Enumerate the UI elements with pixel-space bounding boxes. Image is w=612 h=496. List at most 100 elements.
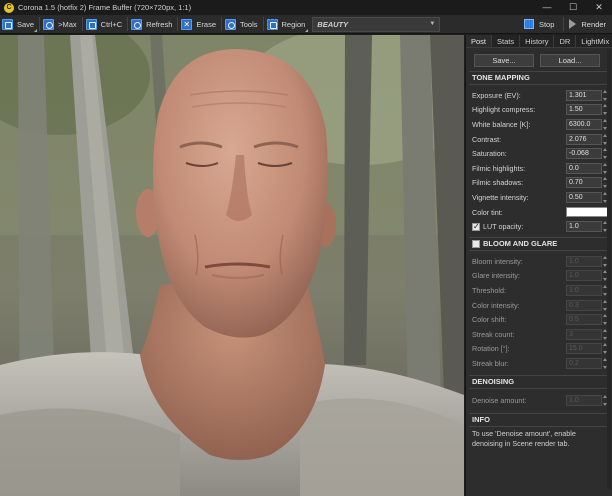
max-icon bbox=[43, 18, 55, 30]
setting-value-field[interactable]: 0.0 bbox=[566, 162, 602, 174]
post-panel: Post Stats History DR LightMix Save... L… bbox=[465, 35, 612, 496]
setting-label: Bloom intensity: bbox=[472, 256, 523, 266]
setting-row: White balance [K]: 6300.0 bbox=[466, 117, 612, 132]
toolbar: Save >Max Ctrl+C Refresh Erase Tools Reg… bbox=[0, 15, 612, 34]
setting-value-field[interactable]: 1.301 bbox=[566, 89, 602, 101]
minimize-button[interactable]: — bbox=[534, 0, 560, 15]
setting-row: Streak blur: 0.2 bbox=[466, 356, 612, 371]
setting-value-field[interactable]: 0.3 bbox=[566, 299, 602, 311]
setting-value-field[interactable]: 6300.0 bbox=[566, 118, 602, 130]
stop-icon bbox=[523, 19, 534, 29]
setting-label: Streak blur: bbox=[472, 358, 509, 368]
setting-value-field[interactable]: 1.0 bbox=[566, 270, 602, 282]
refresh-button[interactable]: Refresh bbox=[129, 16, 176, 33]
setting-row: Filmic shadows: 0.70 bbox=[466, 176, 612, 191]
save-settings-button[interactable]: Save... bbox=[474, 54, 534, 67]
lut-opacity-label: LUT opacity: bbox=[483, 222, 524, 232]
erase-icon bbox=[181, 18, 193, 30]
tone-mapping-header: TONE MAPPING bbox=[472, 73, 530, 82]
render-viewport[interactable] bbox=[0, 35, 464, 496]
rendered-head-image bbox=[0, 35, 464, 496]
lut-checkbox[interactable] bbox=[472, 222, 480, 231]
setting-row: Exposure (EV): 1.301 bbox=[466, 88, 612, 103]
save-icon bbox=[2, 18, 13, 30]
tools-button[interactable]: Tools bbox=[223, 16, 262, 33]
region-button[interactable]: Region bbox=[265, 16, 310, 33]
setting-label: Threshold: bbox=[472, 285, 506, 295]
region-icon bbox=[266, 18, 278, 30]
setting-label: Rotation [°]: bbox=[472, 344, 510, 354]
info-header: INFO bbox=[472, 415, 490, 425]
setting-row: Glare intensity: 1.0 bbox=[466, 269, 612, 284]
render-label: Render bbox=[581, 19, 606, 29]
setting-value-field[interactable]: 0.5 bbox=[566, 314, 602, 326]
setting-label: Streak count: bbox=[472, 329, 515, 339]
max-button[interactable]: >Max bbox=[41, 16, 81, 33]
render-button[interactable]: Render bbox=[565, 16, 612, 33]
play-icon bbox=[569, 19, 577, 29]
setting-row: Vignette intensity: 0.50 bbox=[466, 190, 612, 205]
bloom-glare-checkbox[interactable] bbox=[472, 239, 480, 248]
setting-row: Color intensity: 0.3 bbox=[466, 298, 612, 313]
setting-value-field[interactable]: 1.50 bbox=[566, 104, 602, 116]
denoise-amount-field[interactable]: 1.0 bbox=[566, 395, 602, 407]
denoise-amount-label: Denoise amount: bbox=[472, 396, 527, 406]
save-label: Save bbox=[17, 19, 35, 29]
max-label: >Max bbox=[58, 19, 77, 29]
setting-row: Bloom intensity: 1.0 bbox=[466, 254, 612, 269]
setting-row: Streak count: 3 bbox=[466, 327, 612, 342]
setting-value-field[interactable]: 0.50 bbox=[566, 191, 602, 203]
lut-opacity-field[interactable]: 1.0 bbox=[566, 221, 602, 233]
setting-row: Highlight compress: 1.50 bbox=[466, 103, 612, 118]
color-tint-swatch[interactable] bbox=[566, 207, 608, 218]
setting-value-field[interactable]: -0.068 bbox=[566, 148, 602, 160]
chevron-down-icon: ▼ bbox=[429, 20, 436, 27]
stop-label: Stop bbox=[538, 19, 555, 29]
setting-label: Color intensity: bbox=[472, 300, 520, 310]
setting-value-field[interactable]: 0.2 bbox=[566, 357, 602, 369]
tab-lightmix[interactable]: LightMix bbox=[576, 35, 612, 47]
tab-dr[interactable]: DR bbox=[554, 35, 577, 47]
setting-value-field[interactable]: 3 bbox=[566, 328, 602, 340]
copy-button[interactable]: Ctrl+C bbox=[84, 16, 126, 33]
save-button[interactable]: Save bbox=[0, 16, 38, 33]
denoise-amount-row: Denoise amount: 1.0 bbox=[466, 394, 612, 409]
bloom-glare-title: BLOOM AND GLARE bbox=[483, 238, 558, 248]
setting-label: Glare intensity: bbox=[472, 271, 520, 281]
setting-value-field[interactable]: 1.0 bbox=[566, 255, 602, 267]
refresh-icon bbox=[131, 18, 143, 30]
setting-value-field[interactable]: 15.0 bbox=[566, 343, 602, 355]
setting-label: Color shift: bbox=[472, 315, 507, 325]
setting-row: Filmic highlights: 0.0 bbox=[466, 161, 612, 176]
corona-logo-icon: C bbox=[4, 2, 14, 13]
setting-label: Filmic shadows: bbox=[472, 178, 524, 188]
window-controls: — ☐ ✕ bbox=[534, 0, 612, 15]
color-tint-label: Color tint: bbox=[472, 207, 503, 217]
setting-value-field[interactable]: 1.0 bbox=[566, 284, 602, 296]
lut-opacity-row: LUT opacity: 1.0 bbox=[466, 219, 612, 234]
tab-post[interactable]: Post bbox=[466, 35, 493, 47]
tools-icon bbox=[225, 18, 236, 30]
stop-button[interactable]: Stop bbox=[520, 16, 562, 33]
setting-value-field[interactable]: 0.70 bbox=[566, 177, 602, 189]
tab-stats[interactable]: Stats bbox=[492, 35, 521, 47]
render-pass-select[interactable]: BEAUTY ▼ bbox=[312, 16, 441, 32]
close-button[interactable]: ✕ bbox=[586, 0, 612, 15]
setting-value-field[interactable]: 2.076 bbox=[566, 133, 602, 145]
load-settings-button[interactable]: Load... bbox=[540, 54, 600, 67]
setting-label: Contrast: bbox=[472, 134, 502, 144]
refresh-label: Refresh bbox=[146, 19, 173, 29]
panel-scrollbar[interactable] bbox=[607, 49, 611, 489]
tab-history[interactable]: History bbox=[520, 35, 555, 47]
setting-row: Color shift: 0.5 bbox=[466, 312, 612, 327]
window-title: Corona 1.5 (hotfix 2) Frame Buffer (720×… bbox=[18, 3, 192, 12]
title-bar: C Corona 1.5 (hotfix 2) Frame Buffer (72… bbox=[0, 0, 612, 15]
erase-button[interactable]: Erase bbox=[179, 16, 220, 33]
panel-tabs: Post Stats History DR LightMix bbox=[466, 35, 612, 48]
setting-label: Saturation: bbox=[472, 149, 507, 159]
maximize-button[interactable]: ☐ bbox=[560, 0, 586, 15]
tools-label: Tools bbox=[240, 19, 258, 29]
setting-row: Contrast: 2.076 bbox=[466, 132, 612, 147]
setting-label: Filmic highlights: bbox=[472, 163, 526, 173]
info-text: To use 'Denoise amount', enable denoisin… bbox=[472, 429, 576, 449]
